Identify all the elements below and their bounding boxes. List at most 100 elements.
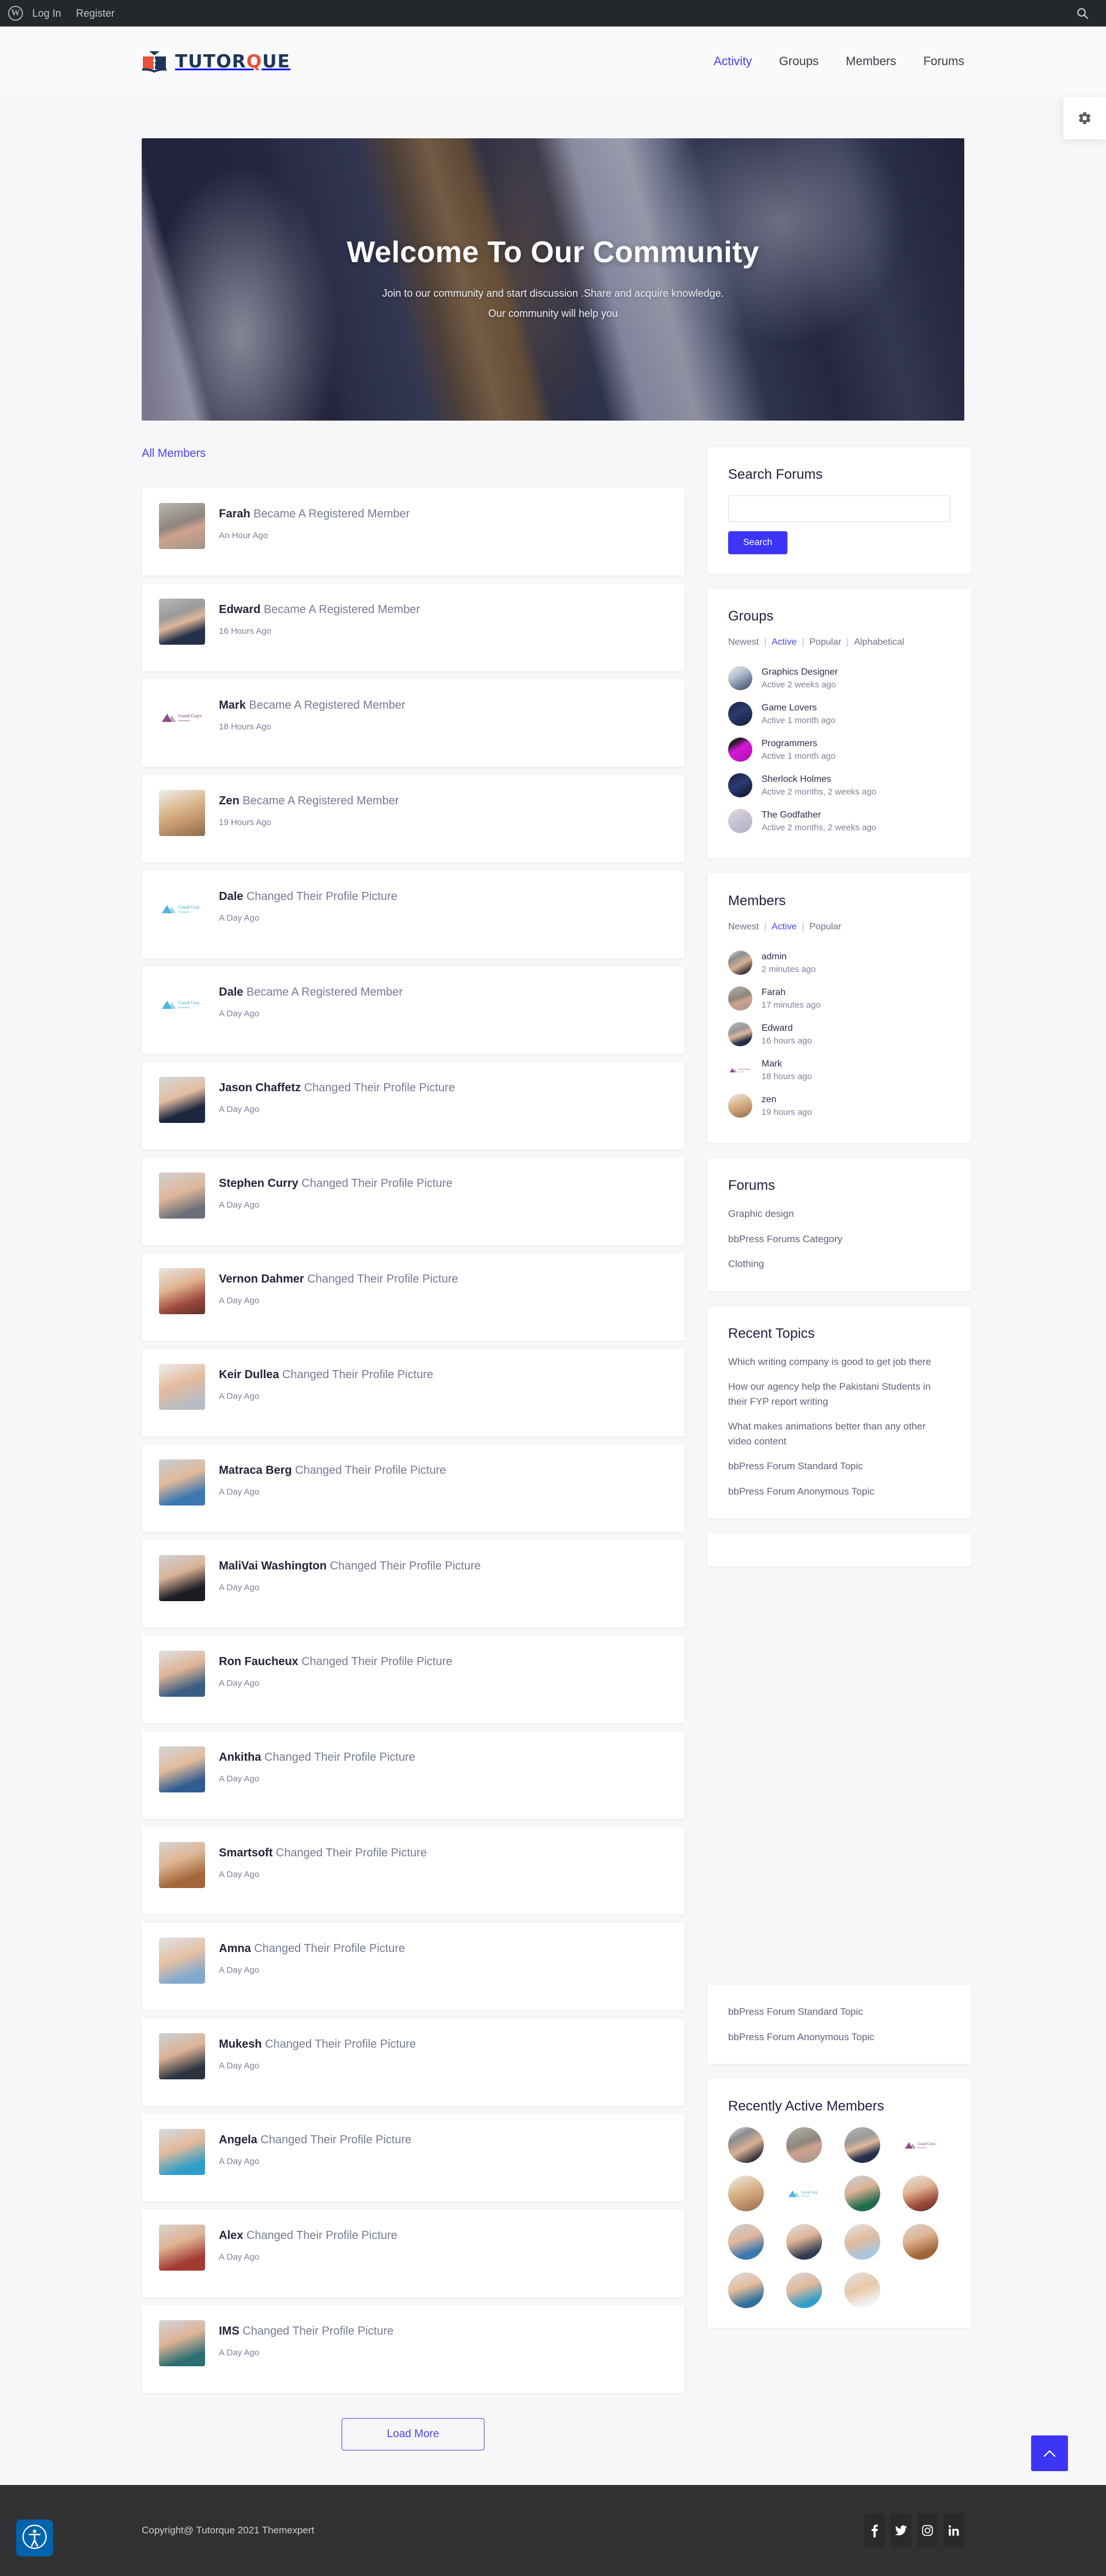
member-list-item[interactable]: zen 19 hours ago — [728, 1088, 950, 1124]
activity-user-name[interactable]: Jason Chaffetz — [219, 1081, 301, 1094]
activity-user-name[interactable]: Keir Dullea — [219, 1368, 279, 1381]
recently-active-avatar[interactable] — [728, 2272, 764, 2308]
recent-reply-item-link[interactable]: bbPress Forum Anonymous Topic — [728, 2030, 950, 2045]
activity-user-name[interactable]: Dale — [219, 890, 243, 903]
list-item-name[interactable]: zen — [762, 1093, 812, 1106]
accessibility-widget-button[interactable] — [16, 2520, 53, 2556]
activity-item[interactable]: Keir Dullea Changed Their Profile Pictur… — [142, 1349, 684, 1436]
activity-user-name[interactable]: Ron Faucheux — [219, 1655, 298, 1668]
linkedin-icon[interactable] — [944, 2514, 964, 2547]
activity-avatar[interactable] — [159, 1842, 205, 1888]
list-avatar[interactable] — [728, 951, 752, 975]
recently-active-avatar[interactable] — [844, 2176, 880, 2211]
forum-search-button[interactable]: Search — [728, 531, 787, 554]
activity-avatar[interactable]: Good Guys Renovation — [159, 694, 205, 740]
activity-user-name[interactable]: Zen — [219, 795, 240, 807]
group-list-item[interactable]: Game Lovers Active 1 month ago — [728, 696, 950, 732]
recently-active-avatar[interactable] — [844, 2127, 880, 2163]
forum-search-input[interactable] — [728, 495, 950, 522]
activity-user-name[interactable]: Mukesh — [219, 2038, 262, 2051]
group-list-item[interactable]: The Godfather Active 2 months, 2 weeks ag… — [728, 803, 950, 839]
nav-item-members[interactable]: Members — [846, 55, 896, 69]
list-avatar[interactable] — [728, 773, 752, 797]
activity-user-name[interactable]: Edward — [219, 603, 260, 616]
list-avatar[interactable] — [728, 666, 752, 690]
list-avatar[interactable] — [728, 1022, 752, 1046]
activity-item[interactable]: Good Guy Renovation Dale Became A Register… — [142, 966, 684, 1054]
activity-avatar[interactable] — [159, 1364, 205, 1410]
load-more-button[interactable]: Load More — [342, 2418, 484, 2450]
forum-item-link[interactable]: Clothing — [728, 1257, 950, 1272]
group-list-item[interactable]: Programmers Active 1 month ago — [728, 732, 950, 767]
recent-topic-item-link[interactable]: What makes animations better than any ot… — [728, 1419, 950, 1448]
nav-item-activity[interactable]: Activity — [714, 55, 752, 69]
list-avatar[interactable] — [728, 1094, 752, 1118]
activity-user-name[interactable]: Ankitha — [219, 1751, 261, 1764]
activity-avatar[interactable] — [159, 1938, 205, 1984]
activity-item[interactable]: Amna Changed Their Profile Picture A Day … — [142, 1923, 684, 2010]
activity-user-name[interactable]: Stephen Curry — [219, 1177, 298, 1190]
activity-avatar[interactable] — [159, 1268, 205, 1314]
recently-active-avatar[interactable]: Good Guy Renovation — [786, 2176, 822, 2211]
recent-topic-item-link[interactable]: How our agency help the Pakistani Studen… — [728, 1379, 950, 1409]
recently-active-avatar[interactable]: Good Guys Renovation — [903, 2127, 938, 2163]
scroll-to-top-button[interactable] — [1031, 2435, 1068, 2471]
recently-active-avatar[interactable] — [903, 2224, 938, 2260]
activity-item[interactable]: Vernon Dahmer Changed Their Profile Pict… — [142, 1253, 684, 1341]
recently-active-avatar[interactable] — [728, 2127, 764, 2163]
activity-item[interactable]: Matraca Berg Changed Their Profile Pictu… — [142, 1444, 684, 1532]
list-avatar[interactable]: Good Guys Renovation — [728, 1058, 752, 1082]
list-avatar[interactable] — [728, 809, 752, 833]
recent-topic-item-link[interactable]: Which writing company is good to get job… — [728, 1355, 950, 1370]
filter-newest[interactable]: Newest — [728, 922, 759, 932]
admin-bar-login-link[interactable]: Log In — [32, 0, 61, 27]
activity-avatar[interactable] — [159, 503, 205, 549]
site-logo[interactable]: TUTORQUE — [142, 50, 290, 73]
list-item-name[interactable]: admin — [762, 950, 816, 963]
member-list-item[interactable]: Good Guys Renovation Mark 18 hours ago — [728, 1052, 950, 1088]
activity-avatar[interactable] — [159, 2033, 205, 2079]
activity-user-name[interactable]: MaliVai Washington — [219, 1560, 327, 1572]
search-icon[interactable] — [1076, 7, 1089, 20]
activity-item[interactable]: Smartsoft Changed Their Profile Picture A… — [142, 1827, 684, 1915]
activity-item[interactable]: Angela Changed Their Profile Picture A Da… — [142, 2114, 684, 2201]
list-item-name[interactable]: Edward — [762, 1022, 812, 1035]
list-item-name[interactable]: Sherlock Holmes — [762, 773, 876, 786]
group-list-item[interactable]: Sherlock Holmes Active 2 months, 2 weeks … — [728, 767, 950, 803]
twitter-icon[interactable] — [891, 2514, 911, 2547]
recently-active-avatar[interactable] — [786, 2272, 822, 2308]
activity-user-name[interactable]: IMS — [219, 2325, 240, 2337]
activity-item[interactable]: IMS Changed Their Profile Picture A Day A… — [142, 2305, 684, 2393]
activity-avatar[interactable] — [159, 2129, 205, 2175]
member-list-item[interactable]: admin 2 minutes ago — [728, 945, 950, 981]
activity-avatar[interactable] — [159, 1651, 205, 1697]
activity-user-name[interactable]: Matraca Berg — [219, 1464, 292, 1477]
activity-user-name[interactable]: Farah — [219, 508, 250, 520]
activity-item[interactable]: Farah Became A Registered Member An Hour … — [142, 488, 684, 576]
recent-topic-item-link[interactable]: bbPress Forum Anonymous Topic — [728, 1484, 950, 1499]
recently-active-avatar[interactable] — [844, 2224, 880, 2260]
activity-avatar[interactable] — [159, 2320, 205, 2366]
list-item-name[interactable]: The Godfather — [762, 808, 876, 822]
activity-user-name[interactable]: Dale — [219, 986, 243, 998]
theme-settings-button[interactable] — [1063, 97, 1106, 139]
activity-item[interactable]: Ankitha Changed Their Profile Picture A D… — [142, 1731, 684, 1819]
recently-active-avatar[interactable] — [728, 2224, 764, 2260]
activity-avatar[interactable] — [159, 1172, 205, 1219]
list-item-name[interactable]: Graphics Designer — [762, 665, 838, 679]
activity-filter-all-members[interactable]: All Members — [142, 447, 206, 460]
nav-item-forums[interactable]: Forums — [923, 55, 964, 69]
activity-item[interactable]: MaliVai Washington Changed Their Profile… — [142, 1540, 684, 1628]
activity-item[interactable]: Good Guys Renovation Mark Became A Registe… — [142, 679, 684, 767]
activity-item[interactable]: Edward Became A Registered Member 16 Hour… — [142, 584, 684, 671]
recently-active-avatar[interactable] — [786, 2127, 822, 2163]
activity-avatar[interactable] — [159, 1746, 205, 1792]
facebook-icon[interactable] — [864, 2514, 885, 2547]
activity-item[interactable]: Mukesh Changed Their Profile Picture A Da… — [142, 2018, 684, 2106]
activity-avatar[interactable] — [159, 1077, 205, 1123]
activity-user-name[interactable]: Smartsoft — [219, 1847, 272, 1859]
member-list-item[interactable]: Edward 16 hours ago — [728, 1016, 950, 1052]
activity-avatar[interactable] — [159, 2225, 205, 2271]
filter-alphabetical[interactable]: Alphabetical — [854, 637, 904, 648]
filter-active[interactable]: Active — [772, 637, 797, 648]
